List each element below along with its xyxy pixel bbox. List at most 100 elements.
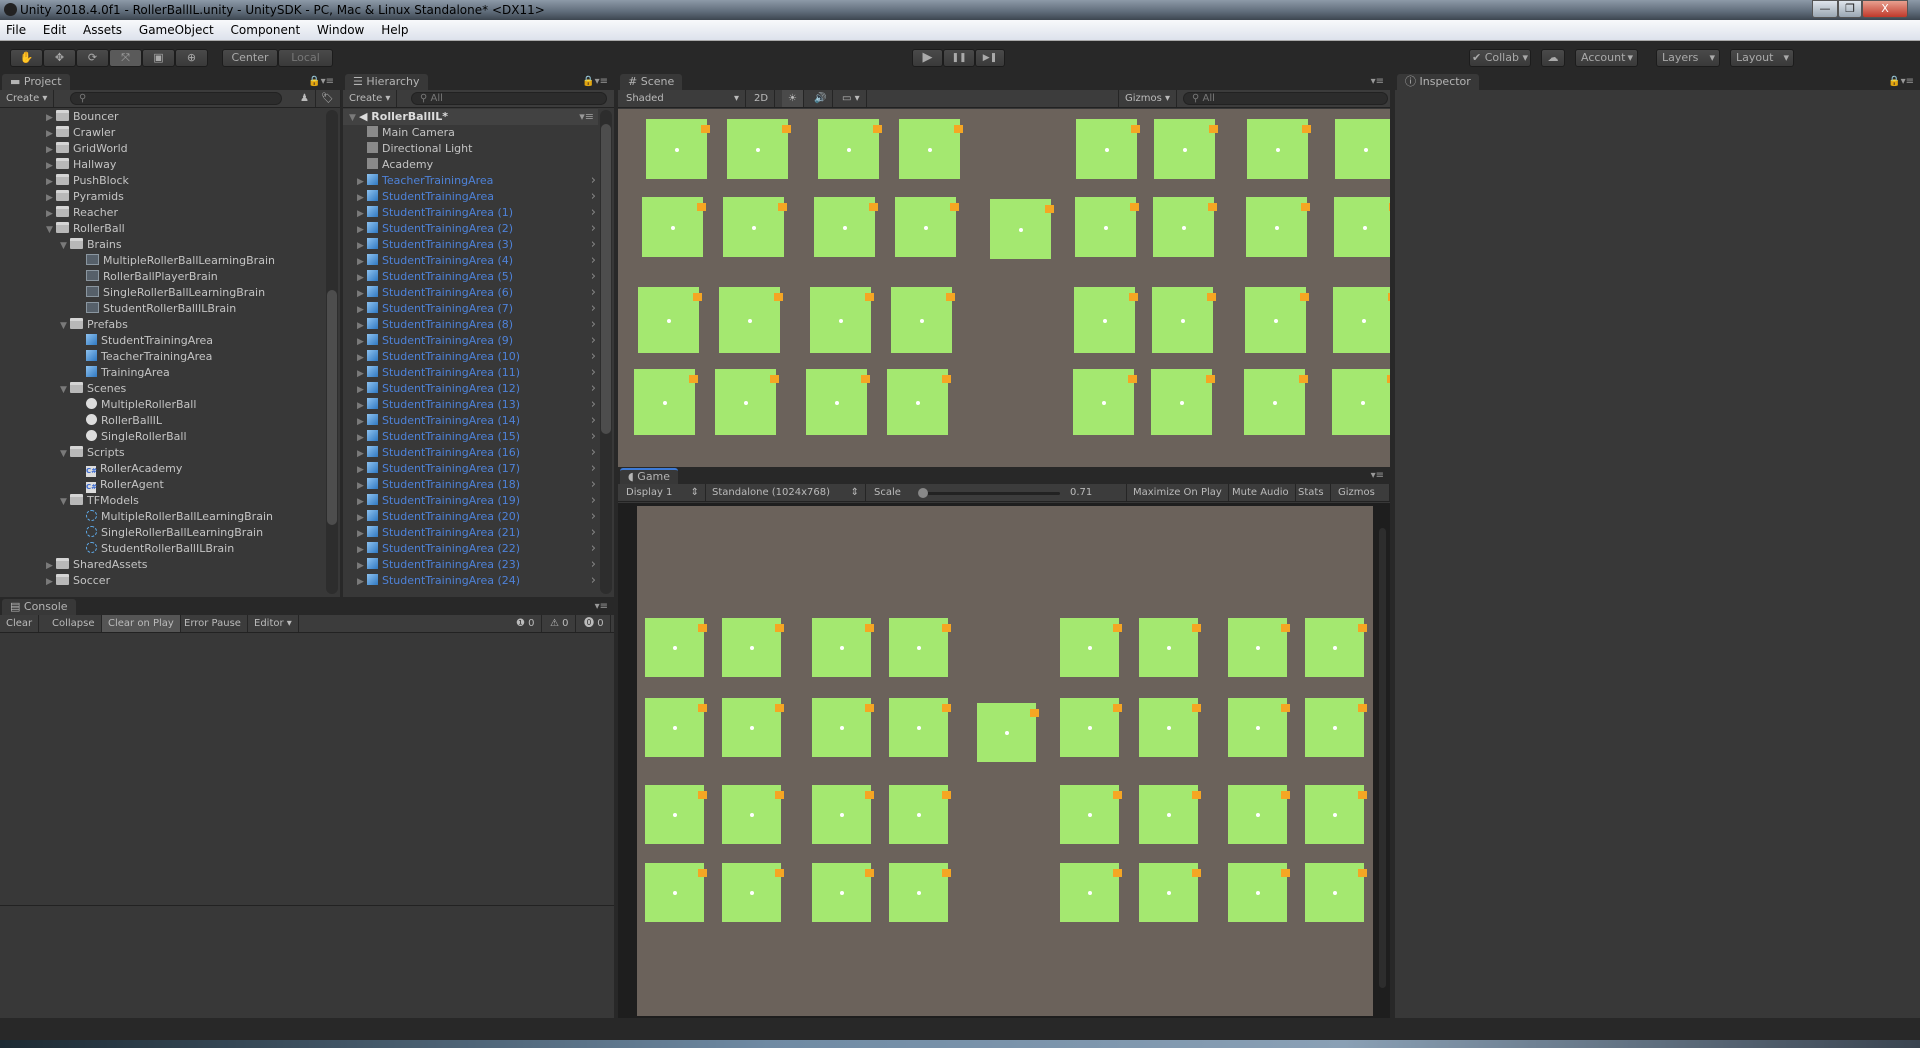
project-item[interactable]: SingleRollerBallLearningBrain xyxy=(0,285,324,301)
scene-root-row[interactable]: ▼ ◀ RollerBallIL* ▾≡ xyxy=(343,109,598,125)
tab-project[interactable]: ▬ Project xyxy=(2,74,70,90)
training-area[interactable] xyxy=(1305,698,1367,757)
project-item[interactable]: ▶ SharedAssets xyxy=(0,557,324,573)
hierarchy-item[interactable]: ▶ StudentTrainingArea (19) › xyxy=(343,493,598,509)
open-prefab-icon[interactable]: › xyxy=(591,493,596,509)
panel-menu-icon[interactable]: 🔒▾≡ xyxy=(582,76,608,87)
training-area[interactable] xyxy=(1246,197,1310,257)
expand-arrow-icon[interactable]: ▶ xyxy=(357,430,367,446)
expand-arrow-icon[interactable]: ▶ xyxy=(357,510,367,526)
panel-menu-icon[interactable]: 🔒▾≡ xyxy=(1888,76,1914,87)
training-area[interactable] xyxy=(723,197,787,257)
training-area[interactable] xyxy=(638,287,702,353)
training-area[interactable] xyxy=(645,698,707,757)
training-area[interactable] xyxy=(1060,785,1122,844)
training-area[interactable] xyxy=(889,618,951,677)
training-area[interactable] xyxy=(1139,863,1201,922)
training-area[interactable] xyxy=(977,703,1039,762)
hierarchy-item[interactable]: ▶ StudentTrainingArea (11) › xyxy=(343,365,598,381)
panel-menu-icon[interactable]: ▾≡ xyxy=(1371,76,1384,87)
expand-arrow-icon[interactable]: ▶ xyxy=(357,318,367,334)
project-search-input[interactable]: ⚲ xyxy=(70,92,282,105)
training-area[interactable] xyxy=(814,197,878,257)
training-area[interactable] xyxy=(1335,119,1390,179)
open-prefab-icon[interactable]: › xyxy=(591,461,596,477)
hierarchy-item[interactable]: ▶ StudentTrainingArea (17) › xyxy=(343,461,598,477)
menu-window[interactable]: Window xyxy=(317,23,364,37)
expand-arrow-icon[interactable]: ▶ xyxy=(357,526,367,542)
expand-arrow-icon[interactable]: ▶ xyxy=(357,462,367,478)
expand-arrow-icon[interactable]: ▶ xyxy=(46,574,56,590)
open-prefab-icon[interactable]: › xyxy=(591,429,596,445)
training-area[interactable] xyxy=(889,785,951,844)
expand-arrow-icon[interactable]: ▼ xyxy=(60,494,70,510)
panel-menu-icon[interactable]: 🔒▾≡ xyxy=(308,76,334,87)
training-area[interactable] xyxy=(1228,698,1290,757)
training-area[interactable] xyxy=(1228,863,1290,922)
hierarchy-item[interactable]: ▶ StudentTrainingArea (7) › xyxy=(343,301,598,317)
expand-arrow-icon[interactable]: ▼ xyxy=(60,382,70,398)
rect-tool-icon[interactable]: ▣ xyxy=(142,49,175,67)
training-area[interactable] xyxy=(812,863,874,922)
project-item[interactable]: ▶ Soccer xyxy=(0,573,324,589)
project-item[interactable]: ▶ Bouncer xyxy=(0,109,324,125)
training-area[interactable] xyxy=(1247,119,1311,179)
tab-scene[interactable]: # Scene xyxy=(620,74,683,90)
training-area[interactable] xyxy=(722,785,784,844)
open-prefab-icon[interactable]: › xyxy=(591,205,596,221)
expand-arrow-icon[interactable]: ▶ xyxy=(357,254,367,270)
expand-arrow-icon[interactable]: ▶ xyxy=(357,494,367,510)
step-button[interactable]: ▶❚ xyxy=(975,49,1005,67)
expand-arrow-icon[interactable]: ▶ xyxy=(46,206,56,222)
menu-assets[interactable]: Assets xyxy=(83,23,122,37)
training-area[interactable] xyxy=(645,863,707,922)
error-pause-toggle[interactable]: Error Pause xyxy=(178,615,248,632)
hierarchy-item[interactable]: ▶ StudentTrainingArea (18) › xyxy=(343,477,598,493)
open-prefab-icon[interactable]: › xyxy=(591,509,596,525)
project-item[interactable]: ▶ Hallway xyxy=(0,157,324,173)
game-viewport[interactable] xyxy=(637,506,1373,1016)
move-tool-icon[interactable]: ✥ xyxy=(43,49,76,67)
open-prefab-icon[interactable]: › xyxy=(591,253,596,269)
project-item[interactable]: StudentTrainingArea xyxy=(0,333,324,349)
training-area[interactable] xyxy=(727,119,791,179)
expand-arrow-icon[interactable]: ▶ xyxy=(357,190,367,206)
hierarchy-item[interactable]: ▶ StudentTrainingArea (6) › xyxy=(343,285,598,301)
hierarchy-scrollbar[interactable] xyxy=(600,110,612,594)
training-area[interactable] xyxy=(895,197,959,257)
project-item[interactable]: ▼ TFModels xyxy=(0,493,324,509)
expand-arrow-icon[interactable]: ▶ xyxy=(357,382,367,398)
training-area[interactable] xyxy=(1154,119,1218,179)
expand-arrow-icon[interactable]: ▶ xyxy=(357,478,367,494)
open-prefab-icon[interactable]: › xyxy=(591,397,596,413)
open-prefab-icon[interactable]: › xyxy=(591,365,596,381)
training-area[interactable] xyxy=(722,618,784,677)
training-area[interactable] xyxy=(1139,785,1201,844)
play-button[interactable]: ▶ xyxy=(912,49,943,67)
hierarchy-item[interactable]: ▶ StudentTrainingArea (24) › xyxy=(343,573,598,589)
open-prefab-icon[interactable]: › xyxy=(591,477,596,493)
project-item[interactable]: SingleRollerBallLearningBrain xyxy=(0,525,324,541)
project-item[interactable]: TrainingArea xyxy=(0,365,324,381)
project-item[interactable]: RollerBallPlayerBrain xyxy=(0,269,324,285)
training-area[interactable] xyxy=(899,119,963,179)
project-item[interactable]: ▼ Prefabs xyxy=(0,317,324,333)
shading-mode-dropdown[interactable]: Shaded ▾ xyxy=(620,90,746,107)
transform-tool-icon[interactable]: ⊕ xyxy=(175,49,208,67)
training-area[interactable] xyxy=(1245,287,1309,353)
expand-arrow-icon[interactable]: ▶ xyxy=(46,126,56,142)
expand-arrow-icon[interactable]: ▶ xyxy=(357,542,367,558)
expand-arrow-icon[interactable]: ▶ xyxy=(357,366,367,382)
menu-file[interactable]: File xyxy=(6,23,26,37)
hierarchy-item[interactable]: ▶ StudentTrainingArea (3) › xyxy=(343,237,598,253)
training-area[interactable] xyxy=(1334,197,1390,257)
expand-arrow-icon[interactable]: ▼ xyxy=(60,318,70,334)
account-dropdown[interactable]: Account ▾ xyxy=(1575,49,1638,67)
training-area[interactable] xyxy=(887,369,951,435)
expand-arrow-icon[interactable]: ▶ xyxy=(46,158,56,174)
training-area[interactable] xyxy=(645,618,707,677)
cloud-button[interactable]: ☁ xyxy=(1541,49,1565,67)
game-scrollbar[interactable] xyxy=(1379,528,1386,988)
expand-arrow-icon[interactable]: ▶ xyxy=(357,286,367,302)
project-item[interactable]: ▶ PushBlock xyxy=(0,173,324,189)
